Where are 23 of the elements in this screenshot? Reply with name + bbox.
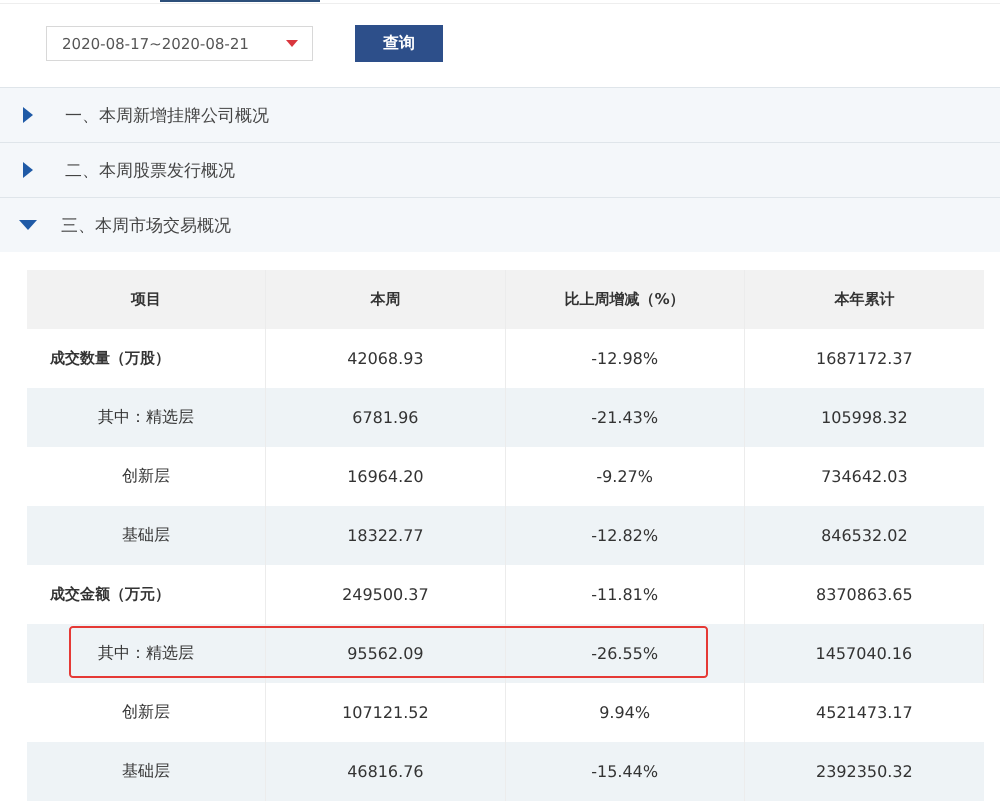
section-title: 二、本周股票发行概况 — [65, 160, 235, 182]
column-header: 本年累计 — [833, 289, 896, 310]
section-header[interactable]: 三、本周市场交易概况 — [0, 197, 1000, 252]
table-cell-text: 846532.02 — [820, 525, 909, 547]
section-header[interactable]: 一、本周新增挂牌公司概况 — [0, 87, 1000, 142]
table-cell-text: 8370863.65 — [815, 584, 914, 606]
section-title: 一、本周新增挂牌公司概况 — [65, 104, 269, 126]
caret-down-icon — [19, 220, 37, 230]
table-cell-text: 734642.03 — [820, 466, 909, 488]
table-cell-text: 1687172.37 — [815, 348, 914, 370]
caret-icon — [286, 40, 298, 47]
table-cell: 46816.76 — [266, 742, 506, 801]
date-range-select[interactable]: 2020-08-17~2020-08-21 — [46, 26, 313, 61]
table-cell-text: 105998.32 — [820, 407, 909, 429]
table-cell: 基础层 — [27, 742, 266, 801]
section-header[interactable]: 二、本周股票发行概况 — [0, 142, 1000, 197]
table-cell-text: 2392350.32 — [815, 761, 914, 783]
table-cell-text: 4521473.17 — [815, 702, 914, 724]
section-title: 三、本周市场交易概况 — [61, 214, 231, 236]
caret-right-icon — [23, 107, 33, 123]
table-cell: -15.44% — [506, 742, 745, 801]
query-button[interactable]: 查询 — [355, 25, 443, 62]
caret-right-icon — [23, 162, 33, 178]
